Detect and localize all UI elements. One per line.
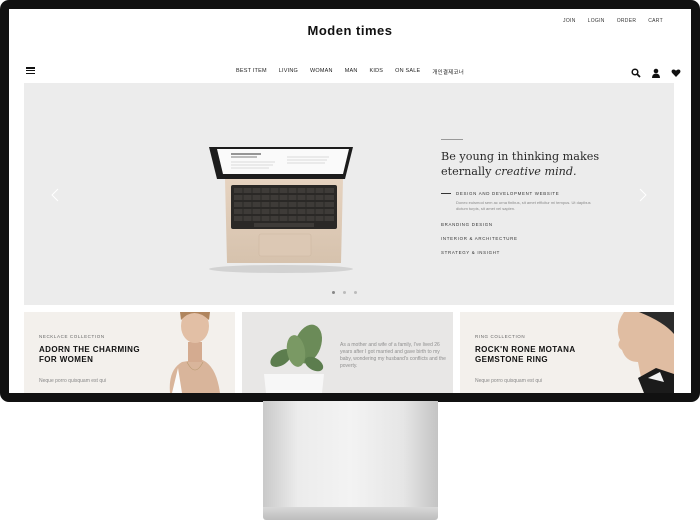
search-icon[interactable] [631,65,641,78]
promo-card-quote[interactable]: As a mother and wife of a family, I've l… [242,312,453,393]
hero-item-design[interactable]: DESIGN AND DEVELOPMENT WEBSITE [456,191,559,196]
card-tag: RING COLLECTION [475,334,526,339]
slider-dots [332,291,357,294]
nav-item-private-payment[interactable]: 개인결제코너 [432,68,464,76]
heart-icon[interactable] [671,65,681,77]
hero-active-item[interactable]: DESIGN AND DEVELOPMENT WEBSITE [441,191,641,196]
nav-item-kids[interactable]: KIDS [370,68,384,76]
card-tag: NECKLACE COLLECTION [39,334,105,339]
website-screen: JOIN LOGIN ORDER CART Moden times BEST I… [9,9,691,393]
plant-image [264,324,324,393]
hero-title-italic: creative mind. [495,165,577,178]
hero-item-strategy[interactable]: STRATEGY & INSIGHT [441,250,641,255]
nav-item-man[interactable]: MAN [345,68,358,76]
woman-ring-image [617,312,674,393]
nav-item-living[interactable]: LIVING [279,68,298,76]
slider-dot-1[interactable] [332,291,335,294]
nav-item-woman[interactable]: WOMAN [310,68,333,76]
woman-necklace-image [169,312,220,393]
promo-card-necklace[interactable]: NECKLACE COLLECTION ADORN THE CHARMING F… [24,312,235,393]
utility-icons [631,65,681,78]
card-subtitle: Neque porro quisquam est qui [475,378,542,384]
monitor-bezel: JOIN LOGIN ORDER CART Moden times BEST I… [0,0,700,402]
hero-title-line2-plain: eternally [441,165,495,178]
hero-title-line1: Be young in thinking makes [441,150,600,163]
card-title: ROCK'N RONE MOTANA GEMSTONE RING [475,345,585,365]
card-subtitle: Neque porro quisquam est qui [39,378,106,384]
main-nav: BEST ITEM LIVING WOMAN MAN KIDS ON SALE … [9,68,691,76]
active-line-marker [441,193,451,194]
user-icon[interactable] [651,65,661,78]
hero-item-branding[interactable]: BRANDING DESIGN [441,222,641,227]
hero-title-line2: eternally creative mind. [441,164,641,179]
card-title-line2: FOR WOMEN [39,355,94,364]
hero-divider [441,139,463,140]
hero-slider: Be young in thinking makes eternally cre… [24,83,674,305]
hero-active-description: Donec euismod sem ac urna finibus, sit a… [456,200,591,211]
hero-title: Be young in thinking makes eternally cre… [441,149,641,179]
brand-logo[interactable]: Moden times [9,23,691,38]
promo-card-ring[interactable]: RING COLLECTION ROCK'N RONE MOTANA GEMST… [460,312,674,393]
testimonial-quote: As a mother and wife of a family, I've l… [340,342,446,369]
hero-service-list: DESIGN AND DEVELOPMENT WEBSITE Donec eui… [441,191,641,255]
laptop-image [209,147,353,273]
chevron-left-icon[interactable] [51,188,59,202]
card-title-line1: ROCK'N RONE MOTANA [475,345,576,354]
hero-item-interior[interactable]: INTERIOR & ARCHITECTURE [441,236,641,241]
card-title-line1: ADORN THE CHARMING [39,345,140,354]
monitor-stand [263,401,438,511]
nav-item-on-sale[interactable]: ON SALE [395,68,420,76]
card-title: ADORN THE CHARMING FOR WOMEN [39,345,149,365]
card-title-line2: GEMSTONE RING [475,355,549,364]
slider-dot-3[interactable] [354,291,357,294]
slider-dot-2[interactable] [343,291,346,294]
monitor-stand-base [263,507,438,520]
hero-text: Be young in thinking makes eternally cre… [441,139,641,264]
nav-item-best-item[interactable]: BEST ITEM [236,68,267,76]
